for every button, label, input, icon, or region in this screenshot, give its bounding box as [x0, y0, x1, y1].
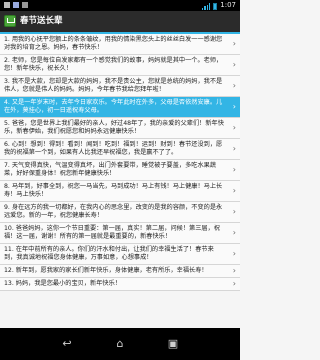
action-bar: 春节送长辈 — [0, 11, 240, 34]
battery-icon — [213, 3, 218, 10]
chevron-right-icon: › — [232, 266, 236, 275]
list-item[interactable]: 9. 身在远方的我一切都好，在我内心的思念里，改变的是我的容颜，不变的是永远爱您… — [0, 202, 240, 223]
list-item[interactable]: 4. 又是一年岁末时，去年今日家欢乐。今年此时在外多，父母是否依然安康。儿在外，… — [0, 97, 240, 118]
list-item-text: 7. 天气变得真快，气温变得真坏，出门外套要带，睡觉被子要盖，多吃水果蔬菜，好好… — [4, 162, 217, 177]
list-item[interactable]: 2. 老师，您是每位自发家都有一个感觉我们的故事，妈妈就是其中一个。老师，您！新… — [0, 55, 240, 76]
notification-icon — [22, 2, 28, 8]
list-item[interactable]: 12. 新年到，愿我家的家长们新年快乐，身体健康，老有所乐，幸福长寿！ › — [0, 265, 240, 278]
list-item-text: 10. 爸爸妈妈，这你一个节日重要：第一届，真实！第二届，问候！第三届，祝福！这… — [4, 225, 220, 240]
list-item-text: 13. 妈妈，我是您最小的宝贝，新年快乐！ — [4, 280, 121, 287]
list-item[interactable]: 10. 爸爸妈妈，这你一个节日重要：第一届，真实！第二届，问候！第三届，祝福！这… — [0, 223, 240, 244]
clock: 1:07 — [220, 1, 236, 9]
list-item-text: 9. 身在远方的我一切都好，在我内心的思念里，改变的是我的容颜，不变的是永远爱您… — [4, 204, 223, 219]
list-item-text: 11. 在年中前所有的亲人。你们的汗水和付出，让我们的幸福生活了！春节来到，我真… — [4, 246, 214, 261]
chevron-right-icon: › — [232, 102, 236, 111]
chevron-right-icon: › — [232, 60, 236, 69]
chevron-right-icon: › — [232, 165, 236, 174]
notification-icon — [13, 2, 19, 8]
list-item[interactable]: 3. 我不是大款，您却是大款的妈妈，我不是贵公主，您就是总统的妈妈，我不是伟人，… — [0, 76, 240, 97]
list-item-text: 3. 我不是大款，您却是大款的妈妈，我不是贵公主，您就是总统的妈妈，我不是伟人，… — [4, 78, 223, 93]
chevron-right-icon: › — [232, 228, 236, 237]
chevron-right-icon: › — [232, 249, 236, 258]
page-title: 春节送长辈 — [20, 16, 63, 26]
list-item[interactable]: 6. 心到！想到！得到！看到！闻到！吃到！福到！运到！财到！春节还没到，愿我的祝… — [0, 139, 240, 160]
list-item[interactable]: 8. 马年到，好事全到，祝您一马当先，马到成功！马上有钱！马上健康！马上长寿！马… — [0, 181, 240, 202]
list-item[interactable]: 5. 爸爸，您是世界上我们最好的亲人，好过48年了，我的亲爱的父辈们！新年快乐，… — [0, 118, 240, 139]
list-item-text: 8. 马年到，好事全到，祝您一马当先，马到成功！马上有钱！马上健康！马上长寿！马… — [4, 183, 223, 198]
chevron-right-icon: › — [232, 279, 236, 288]
recent-apps-icon[interactable]: ▣ — [160, 336, 186, 352]
chevron-right-icon: › — [232, 207, 236, 216]
message-list[interactable]: 1. 用我的心抚平您额上的条条皱纹，用我的情染黑您头上的丝丝白发一一感谢您对我的… — [0, 34, 240, 328]
list-item[interactable]: 11. 在年中前所有的亲人。你们的汗水和付出，让我们的幸福生活了！春节来到，我真… — [0, 244, 240, 265]
chevron-right-icon: › — [232, 123, 236, 132]
list-item-text: 6. 心到！想到！得到！看到！闻到！吃到！福到！运到！财到！春节还没到，愿我的祝… — [4, 141, 223, 156]
app-icon[interactable] — [4, 15, 16, 27]
list-item-text: 12. 新年到，愿我家的家长们新年快乐，身体健康，老有所乐，幸福长寿！ — [4, 267, 208, 274]
list-item-text: 2. 老师，您是每位自发家都有一个感觉我们的故事，妈妈就是其中一个。老师，您！新… — [4, 57, 223, 72]
list-item[interactable]: 1. 用我的心抚平您额上的条条皱纹，用我的情染黑您头上的丝丝白发一一感谢您对我的… — [0, 34, 240, 55]
list-item[interactable]: 7. 天气变得真快，气温变得真坏，出门外套要带，睡觉被子要盖，多吃水果蔬菜，好好… — [0, 160, 240, 181]
signal-icon — [202, 3, 211, 10]
list-item-text: 1. 用我的心抚平您额上的条条皱纹，用我的情染黑您头上的丝丝白发一一感谢您对我的… — [4, 36, 223, 51]
back-icon[interactable]: ↩ — [54, 336, 80, 352]
list-item-text: 5. 爸爸，您是世界上我们最好的亲人，好过48年了，我的亲爱的父辈们！新年快乐，… — [4, 120, 224, 135]
status-bar: 1:07 — [0, 0, 240, 11]
chevron-right-icon: › — [232, 144, 236, 153]
navigation-bar: ↩ ⌂ ▣ — [0, 328, 240, 360]
chevron-right-icon: › — [232, 186, 236, 195]
list-item-text: 4. 又是一年岁末时，去年今日家欢乐。今年此时在外多，父母是否依然安康。儿在外，… — [4, 99, 223, 114]
home-icon[interactable]: ⌂ — [107, 336, 133, 352]
chevron-right-icon: › — [232, 39, 236, 48]
chevron-right-icon: › — [232, 81, 236, 90]
list-item[interactable]: 13. 妈妈，我是您最小的宝贝，新年快乐！ › — [0, 278, 240, 291]
notification-icon — [4, 2, 10, 8]
